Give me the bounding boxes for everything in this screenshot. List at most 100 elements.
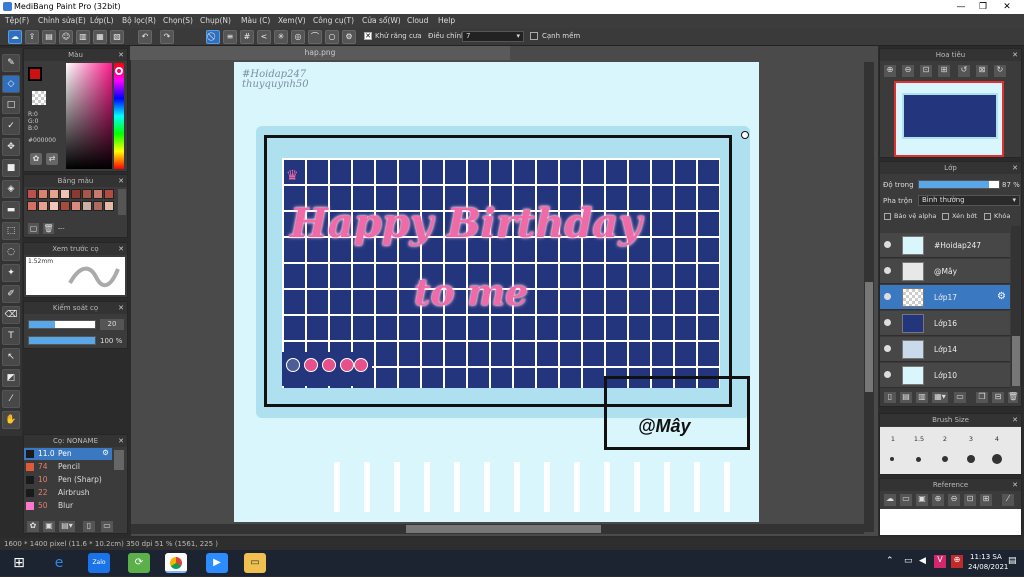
menu-help[interactable]: Help [438, 16, 455, 25]
menu-select[interactable]: Chọn(S) [163, 16, 193, 25]
snap-circle-icon[interactable]: ◎ [291, 30, 305, 44]
brush-tool-icon[interactable]: ✎ [2, 54, 20, 72]
close-icon[interactable]: ✕ [1012, 414, 1018, 426]
swap-colors-icon[interactable]: ⇄ [46, 153, 58, 165]
page-icon[interactable]: ▥ [76, 30, 90, 44]
layer-row[interactable]: Lớp16 [880, 311, 1010, 336]
signature-box[interactable] [604, 376, 750, 450]
copy-brush-icon[interactable]: ▣ [43, 521, 55, 532]
menu-file[interactable]: Tệp(F) [5, 16, 29, 25]
brush-item[interactable]: 74 Pencil [24, 461, 112, 473]
reference-view[interactable] [880, 509, 1021, 535]
magic-wand-icon[interactable]: ✦ [2, 264, 20, 282]
gradient-tool-icon[interactable]: ▬ [2, 201, 20, 219]
layer-opacity-slider[interactable] [918, 180, 1000, 189]
layer-menu-icon[interactable]: ▦▾ [932, 392, 948, 403]
file-explorer-icon[interactable]: ▭ [244, 553, 266, 573]
brush-item[interactable]: 22 Airbrush [24, 487, 112, 499]
visibility-eye-icon[interactable] [884, 345, 891, 352]
menu-layer[interactable]: Lớp(L) [90, 16, 114, 25]
size-cell[interactable]: 1.5 [906, 435, 932, 447]
brush-opacity-slider[interactable] [28, 336, 96, 345]
folder-icon[interactable]: ▭ [954, 392, 966, 403]
close-icon[interactable]: ✕ [1012, 479, 1018, 491]
select-tool-icon[interactable]: ⬚ [2, 222, 20, 240]
lock-checkbox[interactable] [984, 213, 991, 220]
document-canvas[interactable]: #Hoidap247 thuyquynh50 Happy Birthday to… [234, 62, 759, 522]
navigator-preview[interactable] [894, 81, 1004, 157]
new-palette-icon[interactable]: ▢ [28, 223, 39, 234]
folder-icon[interactable]: ▭ [900, 494, 912, 506]
image-icon[interactable]: ▣ [916, 494, 928, 506]
text-tool-icon[interactable]: T [2, 327, 20, 345]
clipping-checkbox[interactable] [942, 213, 949, 220]
rotate-right-icon[interactable]: ↻ [994, 65, 1006, 77]
snap-radial-icon[interactable]: ✳ [274, 30, 288, 44]
layer-row[interactable]: Lớp14 [880, 337, 1010, 362]
fit-icon[interactable]: ⊡ [964, 494, 976, 506]
folder-icon[interactable]: ▭ [101, 521, 113, 532]
operation-tool-icon[interactable]: ↖ [2, 348, 20, 366]
snap-off-icon[interactable]: ⃠ [206, 30, 220, 44]
rect-tool-icon[interactable]: □ [2, 96, 20, 114]
palette-scrollbar[interactable] [118, 189, 126, 215]
palette-swatch[interactable] [82, 189, 92, 199]
layer-row[interactable]: #Hoidap247 [880, 233, 1010, 258]
palette-swatch[interactable] [38, 189, 48, 199]
visibility-eye-icon[interactable] [884, 241, 891, 248]
menu-view[interactable]: Xem(V) [278, 16, 306, 25]
primary-color-swatch[interactable] [28, 67, 42, 81]
palette-swatch[interactable] [27, 189, 37, 199]
app-green-icon[interactable]: ⟳ [128, 553, 150, 573]
trash-icon[interactable]: 🗑 [43, 223, 54, 234]
notification-icon[interactable]: ▤ [1008, 556, 1020, 570]
rotate-reset-icon[interactable]: ⊠ [976, 65, 988, 77]
add-brush-icon[interactable]: ✿ [27, 521, 39, 532]
check-tool-icon[interactable]: ✓ [2, 117, 20, 135]
palette-swatch[interactable] [82, 201, 92, 211]
eraser-tool-icon[interactable]: ◇ [2, 75, 20, 93]
protect-alpha-checkbox[interactable] [884, 213, 891, 220]
panel-icon[interactable]: ▦ [93, 30, 107, 44]
trash-icon[interactable]: 🗑 [1008, 392, 1018, 403]
close-icon[interactable]: ✕ [118, 435, 124, 447]
minimize-button[interactable]: — [952, 0, 970, 14]
snap-ring-icon[interactable]: ○ [325, 30, 339, 44]
zoom-out-icon[interactable]: ⊖ [902, 65, 914, 77]
menu-window[interactable]: Cửa sổ(W) [362, 16, 401, 25]
select-pen-icon[interactable]: ✐ [2, 285, 20, 303]
chevron-up-icon[interactable]: ⌃ [886, 556, 898, 568]
palette-swatch[interactable] [60, 189, 70, 199]
menu-capture[interactable]: Chụp(N) [200, 16, 231, 25]
zoom-app-icon[interactable]: ▶ [206, 553, 228, 573]
menu-cloud[interactable]: Cloud [407, 16, 428, 25]
menu-edit[interactable]: Chỉnh sửa(E) [38, 16, 86, 25]
size-dot[interactable] [942, 456, 948, 462]
menu-color[interactable]: Màu (C) [241, 16, 270, 25]
move-tool-icon[interactable]: ✥ [2, 138, 20, 156]
palette-swatch[interactable] [93, 201, 103, 211]
size-cell[interactable]: 4 [984, 435, 1010, 447]
size-dot[interactable] [890, 457, 894, 461]
layer-row[interactable]: @Mây [880, 259, 1010, 284]
palette-swatch[interactable] [93, 189, 103, 199]
rotate-left-icon[interactable]: ↺ [958, 65, 970, 77]
gear-icon[interactable]: ⚙ [102, 448, 109, 457]
palette-swatch[interactable] [60, 201, 70, 211]
layout-icon[interactable]: ▧ [110, 30, 124, 44]
snap-grid-icon[interactable]: # [240, 30, 254, 44]
snap-settings-icon[interactable]: ⚙ [342, 30, 356, 44]
page-icon[interactable]: ▯ [83, 521, 95, 532]
saturation-value-picker[interactable] [66, 63, 112, 169]
select-eraser-icon[interactable]: ⌫ [2, 306, 20, 324]
divide-tool-icon[interactable]: ◩ [2, 369, 20, 387]
layer-row[interactable]: Lớp10 [880, 363, 1010, 388]
brush-size-value[interactable]: 20 [100, 319, 124, 330]
user-icon[interactable]: ☺ [59, 30, 73, 44]
new-layer-icon[interactable]: ▯ [884, 392, 896, 403]
close-icon[interactable]: ✕ [118, 175, 124, 187]
size-cell[interactable]: 1 [880, 435, 906, 447]
brush-size-grid[interactable]: 1 1.5 2 3 4 [880, 427, 1021, 474]
fit-icon[interactable]: ⊡ [920, 65, 932, 77]
hue-handle[interactable] [115, 67, 123, 75]
